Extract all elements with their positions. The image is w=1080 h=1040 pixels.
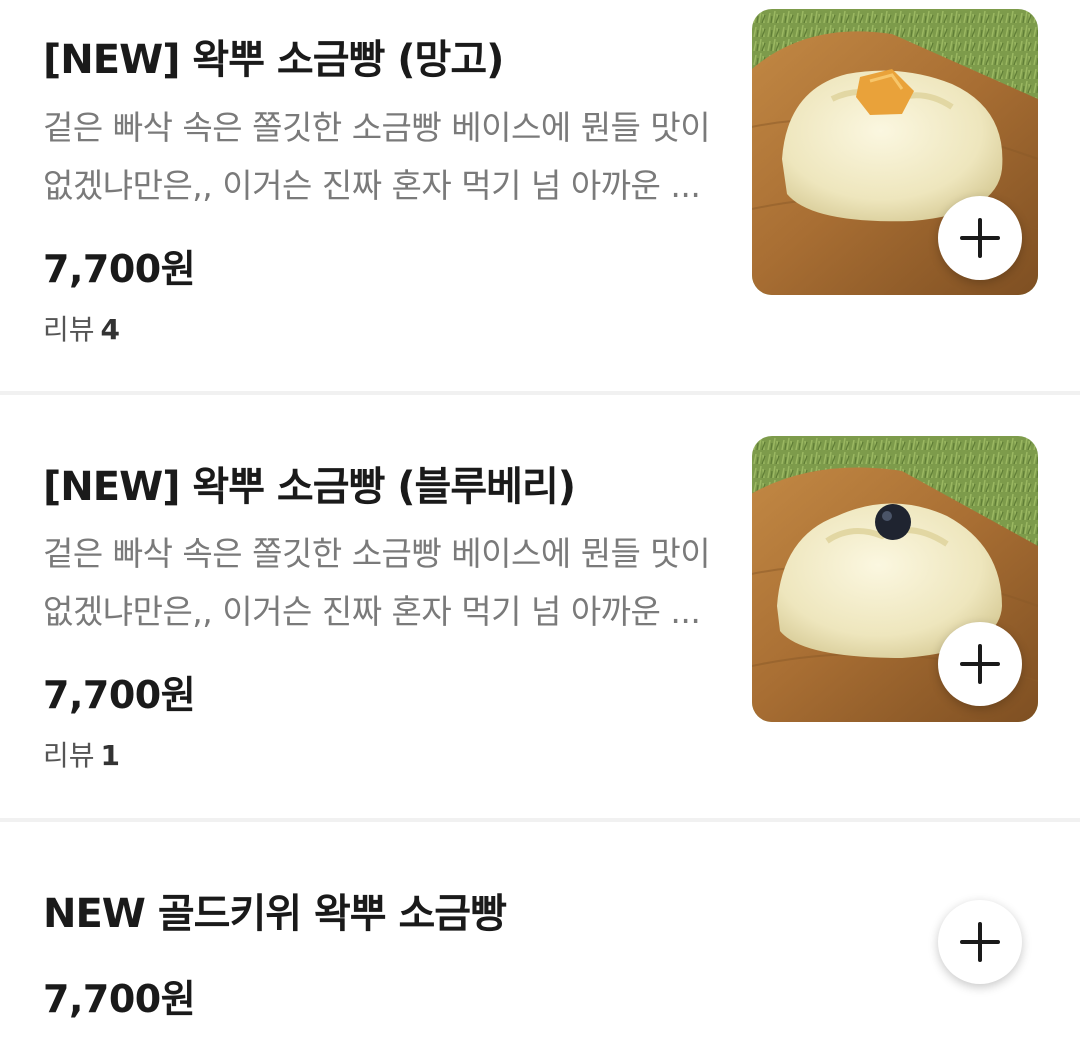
item-price: 7,700원	[43, 247, 196, 291]
plus-icon	[960, 922, 1000, 962]
item-description: 겉은 빠삭 속은 쫄깃한 소금빵 베이스에 뭔들 맛이 없겠냐만은,, 이거슨 …	[43, 525, 733, 641]
item-price: 7,700원	[43, 673, 196, 717]
review-label: 리뷰	[43, 313, 95, 346]
divider	[0, 391, 1080, 395]
item-title: NEW 골드키위 왁뿌 소금빵	[43, 891, 507, 937]
add-to-cart-button[interactable]	[938, 196, 1022, 280]
review-label: 리뷰	[43, 739, 95, 772]
menu-item-goldkiwi[interactable]: NEW 골드키위 왁뿌 소금빵 7,700원	[0, 822, 1080, 1040]
menu-list: [NEW] 왁뿌 소금빵 (망고) 겉은 빠삭 속은 쫄깃한 소금빵 베이스에 …	[0, 0, 1080, 1040]
item-description-line: 없겠냐만은,, 이거슨 진짜 혼자 먹기 넘 아까운 ...	[43, 166, 701, 205]
item-price: 7,700원	[43, 977, 196, 1021]
item-description-line: 없겠냐만은,, 이거슨 진짜 혼자 먹기 넘 아까운 ...	[43, 592, 701, 631]
plus-icon	[960, 644, 1000, 684]
item-description-line: 겉은 빠삭 속은 쫄깃한 소금빵 베이스에 뭔들 맛이	[43, 108, 711, 147]
menu-item-mango[interactable]: [NEW] 왁뿌 소금빵 (망고) 겉은 빠삭 속은 쫄깃한 소금빵 베이스에 …	[0, 0, 1080, 392]
item-title: [NEW] 왁뿌 소금빵 (망고)	[43, 37, 504, 83]
review-count: 1	[100, 739, 121, 772]
item-review[interactable]: 리뷰 1	[43, 734, 120, 774]
add-to-cart-button[interactable]	[938, 622, 1022, 706]
menu-item-blueberry[interactable]: [NEW] 왁뿌 소금빵 (블루베리) 겉은 빠삭 속은 쫄깃한 소금빵 베이스…	[0, 396, 1080, 820]
add-to-cart-button[interactable]	[938, 900, 1022, 984]
plus-icon	[960, 218, 1000, 258]
item-description-line: 겉은 빠삭 속은 쫄깃한 소금빵 베이스에 뭔들 맛이	[43, 534, 711, 573]
item-review[interactable]: 리뷰 4	[43, 308, 120, 348]
item-description: 겉은 빠삭 속은 쫄깃한 소금빵 베이스에 뭔들 맛이 없겠냐만은,, 이거슨 …	[43, 99, 733, 215]
review-count: 4	[100, 313, 121, 346]
item-title: [NEW] 왁뿌 소금빵 (블루베리)	[43, 464, 576, 510]
